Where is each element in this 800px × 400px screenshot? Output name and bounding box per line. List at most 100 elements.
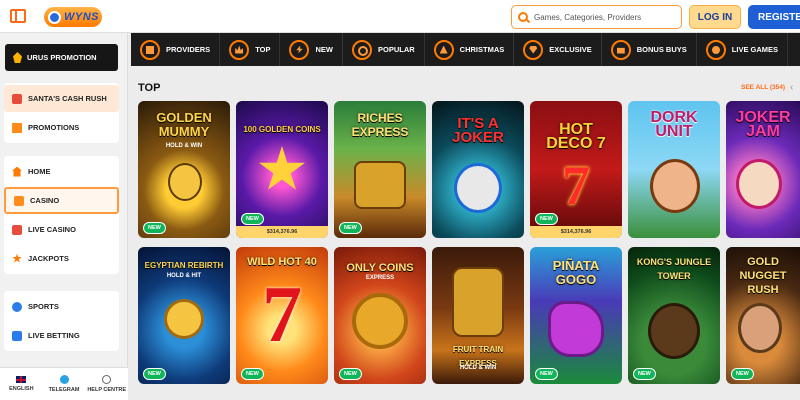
- top-bar: WYNS LOG IN REGISTER: [0, 0, 800, 33]
- search-input[interactable]: [534, 12, 674, 22]
- telegram-label: TELEGRAM: [48, 387, 80, 393]
- category-bonus-buys[interactable]: BONUS BUYS: [602, 33, 697, 66]
- help-icon: [102, 375, 112, 384]
- game-subtitle: HOLD & WIN: [165, 143, 203, 149]
- game-title: HOT DECO 7: [546, 121, 606, 152]
- new-badge: NEW: [731, 368, 754, 380]
- gift-icon: [12, 93, 22, 104]
- sidebar-item-promotions[interactable]: PROMOTIONS: [4, 114, 119, 141]
- language-selector[interactable]: ENGLISH: [0, 368, 43, 400]
- game-tile-100-golden-coins[interactable]: 100 GOLDEN COINS NEW $314,376.96: [236, 101, 328, 238]
- game-tile-egyptian-rebirth[interactable]: EGYPTIAN REBIRTH HOLD & HIT NEW: [138, 247, 230, 384]
- logo-badge-icon: [48, 10, 61, 24]
- game-title: ONLY COINS: [346, 262, 414, 274]
- category-christmas[interactable]: CHRISTMAS: [425, 33, 515, 66]
- help-label: HELP CENTRE: [87, 387, 127, 393]
- new-badge: NEW: [143, 222, 166, 234]
- new-badge: NEW: [535, 213, 558, 225]
- jackpot-amount: $314,376.96: [530, 226, 622, 238]
- sidebar-item-label: PROMOTIONS: [28, 123, 80, 132]
- train-icon: [452, 267, 504, 337]
- uk-flag-icon: [16, 376, 27, 383]
- sidebar-item-label: SANTA'S CASH RUSH: [28, 94, 107, 103]
- game-tile-golden-mummy[interactable]: GOLDEN MUMMY HOLD & WIN NEW: [138, 101, 230, 238]
- category-popular[interactable]: POPULAR: [343, 33, 425, 66]
- category-new[interactable]: NEW: [280, 33, 343, 66]
- game-title: JOKER JAM: [735, 109, 791, 140]
- game-title: IT'S A JOKER: [452, 115, 504, 146]
- live-icon: [705, 39, 726, 60]
- slot-icon: [14, 195, 24, 206]
- scroll-left-arrow-icon[interactable]: ‹: [790, 82, 793, 93]
- category-providers[interactable]: PROVIDERS: [131, 33, 221, 66]
- mummy-figure-icon: [168, 163, 202, 201]
- game-tile-its-a-joker[interactable]: IT'S A JOKER: [432, 101, 524, 238]
- sidebar: URUS PROMOTION SANTA'S CASH RUSH PROMOTI…: [0, 33, 128, 400]
- sidebar-item-label: HOME: [28, 167, 51, 176]
- character-face-icon: [650, 159, 700, 213]
- category-label: TOP: [255, 45, 271, 54]
- sidebar-item-jackpots[interactable]: JACKPOTS: [4, 245, 119, 272]
- search-icon: [518, 12, 528, 22]
- game-tile-joker-jam[interactable]: JOKER JAM: [726, 101, 800, 238]
- logo[interactable]: WYNS: [44, 7, 102, 27]
- game-tile-kongs-jungle-tower[interactable]: KONG'S JUNGLE TOWER NEW: [628, 247, 720, 384]
- see-all-link[interactable]: SEE ALL (354): [741, 84, 785, 91]
- game-title: PIÑATA GOGO: [552, 258, 600, 287]
- sidebar-item-sports[interactable]: SPORTS: [4, 293, 119, 320]
- seven-symbol-icon: 7: [562, 155, 590, 217]
- game-tile-riches-express[interactable]: RICHES EXPRESS NEW: [334, 101, 426, 238]
- crown-icon: [13, 52, 22, 63]
- telegram-link[interactable]: TELEGRAM: [43, 368, 86, 400]
- new-badge: NEW: [535, 368, 558, 380]
- new-badge: NEW: [241, 368, 264, 380]
- category-top[interactable]: TOP: [220, 33, 281, 66]
- jackpot-amount: $314,376.96: [236, 226, 328, 238]
- joker-face-icon: [736, 159, 782, 209]
- joker-face-icon: [454, 163, 502, 213]
- sidebar-item-casino[interactable]: CASINO: [4, 187, 119, 214]
- sidebar-item-live-betting[interactable]: LIVE BETTING: [4, 322, 119, 349]
- new-badge: NEW: [339, 368, 362, 380]
- help-centre-link[interactable]: HELP CENTRE: [85, 368, 128, 400]
- new-badge: NEW: [633, 368, 656, 380]
- seven-symbol-icon: 7: [262, 271, 302, 359]
- menu-toggle-icon[interactable]: [10, 9, 26, 23]
- game-tile-dork-unit[interactable]: DORK UNIT: [628, 101, 720, 238]
- category-exclusive[interactable]: EXCLUSIVE: [514, 33, 602, 66]
- new-badge: NEW: [143, 368, 166, 380]
- sidebar-item-santas-cash-rush[interactable]: SANTA'S CASH RUSH: [4, 85, 119, 112]
- game-title: KONG'S JUNGLE TOWER: [636, 257, 712, 281]
- category-live-games[interactable]: LIVE GAMES: [697, 33, 789, 66]
- sidebar-item-live-casino[interactable]: LIVE CASINO: [4, 216, 119, 243]
- game-tile-hot-deco-7[interactable]: 7 HOT DECO 7 NEW $314,376.96: [530, 101, 622, 238]
- sidebar-item-label: JACKPOTS: [28, 254, 69, 263]
- game-tile-wild-hot-40[interactable]: 7 WILD HOT 40 NEW: [236, 247, 328, 384]
- game-tile-pinata-gogo[interactable]: PIÑATA GOGO NEW: [530, 247, 622, 384]
- search-box[interactable]: [511, 5, 682, 29]
- gorilla-icon: [648, 303, 700, 359]
- category-label: BONUS BUYS: [636, 45, 687, 54]
- new-badge: NEW: [241, 213, 264, 225]
- telegram-icon: [59, 375, 69, 384]
- sidebar-item-label: SPORTS: [28, 302, 59, 311]
- game-subtitle: HOLD & WIN: [459, 365, 497, 371]
- register-button[interactable]: REGISTER: [748, 5, 800, 29]
- train-icon: [354, 161, 406, 209]
- gift-icon: [12, 122, 22, 133]
- cards-icon: [12, 224, 22, 235]
- game-tile-only-coins[interactable]: ONLY COINS EXPRESS NEW: [334, 247, 426, 384]
- category-nav: PROVIDERS TOP NEW POPULAR CHRISTMAS EXCL…: [131, 33, 800, 66]
- promo-banner[interactable]: URUS PROMOTION: [5, 44, 118, 71]
- game-title: DORK UNIT: [650, 109, 698, 140]
- sidebar-item-home[interactable]: HOME: [4, 158, 119, 185]
- game-tile-gold-nugget-rush[interactable]: GOLD NUGGET RUSH NEW: [726, 247, 800, 384]
- fire-icon: [351, 39, 372, 60]
- category-label: CHRISTMAS: [459, 45, 505, 54]
- category-label: POPULAR: [377, 45, 415, 54]
- game-title: GOLD NUGGET RUSH: [739, 256, 787, 296]
- game-tile-fruit-train-express[interactable]: FRUIT TRAIN EXPRESS HOLD & WIN: [432, 247, 524, 384]
- login-button[interactable]: LOG IN: [689, 5, 741, 29]
- section-title: TOP: [138, 82, 161, 94]
- game-title: WILD HOT 40: [247, 256, 317, 268]
